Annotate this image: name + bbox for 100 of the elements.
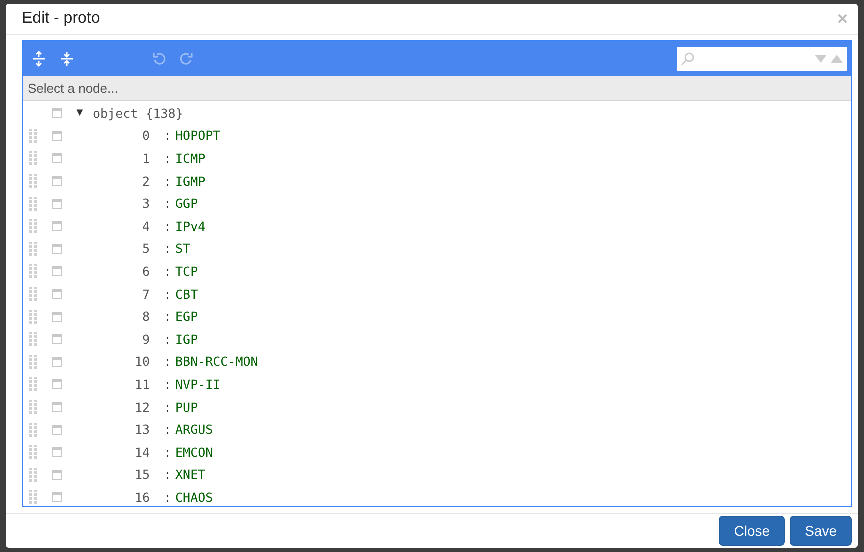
node-value[interactable]: EMCON: [176, 444, 214, 460]
expand-toggle[interactable]: ▼: [74, 107, 86, 120]
drag-handle-icon[interactable]: [29, 422, 39, 437]
separator-colon: :: [164, 400, 172, 415]
node-value[interactable]: IGP: [176, 332, 198, 347]
search-icon: [681, 52, 695, 66]
node-key: 9: [100, 332, 150, 347]
node-key: 16: [100, 490, 150, 505]
separator-colon: :: [164, 196, 172, 212]
node-key: 5: [100, 241, 150, 256]
node-key: 6: [100, 264, 150, 279]
node-key: 1: [100, 150, 150, 166]
node-key: 10: [100, 354, 150, 370]
close-button[interactable]: Close: [719, 516, 786, 546]
redo-icon: [179, 50, 195, 66]
separator-colon: :: [164, 332, 172, 347]
node-key: 0: [100, 128, 150, 144]
node-value[interactable]: IGMP: [176, 174, 206, 189]
separator-colon: :: [164, 286, 172, 302]
select-checkbox[interactable]: [52, 379, 62, 390]
node-value[interactable]: EGP: [176, 309, 198, 324]
save-button[interactable]: Save: [790, 516, 852, 546]
select-checkbox[interactable]: [52, 492, 62, 502]
separator-colon: :: [164, 264, 172, 279]
separator-colon: :: [164, 376, 172, 392]
separator-colon: :: [164, 241, 172, 256]
search-field[interactable]: [677, 46, 847, 70]
select-checkbox[interactable]: [52, 289, 62, 300]
separator-colon: :: [164, 444, 172, 460]
node-value[interactable]: ARGUS: [176, 422, 214, 438]
node-key: 4: [100, 218, 150, 234]
node-key: 12: [100, 400, 150, 415]
node-value[interactable]: IPv4: [176, 218, 206, 234]
node-value[interactable]: ST: [176, 241, 191, 256]
node-value[interactable]: NVP-II: [176, 376, 221, 392]
node-key: 11: [100, 376, 150, 392]
drag-handle-icon[interactable]: [29, 264, 39, 278]
drag-handle-icon[interactable]: [29, 377, 39, 392]
select-checkbox[interactable]: [52, 402, 62, 412]
select-checkbox[interactable]: [52, 198, 62, 209]
select-checkbox[interactable]: [52, 356, 62, 367]
drag-handle-icon[interactable]: [29, 400, 39, 414]
drag-handle-icon[interactable]: [29, 174, 39, 188]
select-checkbox[interactable]: [52, 266, 62, 276]
expand-icon: [31, 50, 47, 66]
node-value[interactable]: ICMP: [176, 150, 206, 166]
select-checkbox[interactable]: [52, 153, 62, 164]
drag-handle-icon[interactable]: [29, 151, 39, 166]
separator-colon: :: [164, 174, 172, 189]
select-checkbox[interactable]: [52, 447, 62, 458]
collapse-icon: [59, 50, 75, 66]
node-value[interactable]: CHAOS: [176, 490, 214, 505]
node-value[interactable]: BBN-RCC-MON: [176, 354, 258, 370]
node-key: 8: [100, 309, 150, 324]
node-value[interactable]: XNET: [176, 467, 206, 482]
drag-handle-icon[interactable]: [29, 332, 39, 346]
drag-handle-icon[interactable]: [29, 196, 39, 211]
select-checkbox[interactable]: [52, 244, 62, 254]
drag-handle-icon[interactable]: [29, 219, 39, 234]
separator-colon: :: [164, 309, 172, 324]
select-checkbox[interactable]: [52, 334, 62, 344]
drag-handle-icon[interactable]: [29, 445, 39, 460]
separator-colon: :: [164, 467, 172, 482]
separator-colon: :: [164, 218, 172, 234]
drag-handle-icon[interactable]: [29, 468, 39, 482]
separator-colon: :: [164, 422, 172, 438]
previous-result-icon[interactable]: [831, 54, 843, 62]
node-value[interactable]: CBT: [176, 286, 198, 302]
separator-colon: :: [164, 150, 172, 166]
separator-colon: :: [164, 128, 172, 144]
select-checkbox[interactable]: [52, 312, 62, 322]
node-key: 2: [100, 174, 150, 189]
node-value[interactable]: GGP: [176, 196, 198, 212]
select-checkbox[interactable]: [52, 176, 62, 186]
drag-handle-icon[interactable]: [29, 490, 39, 504]
select-checkbox[interactable]: [52, 130, 62, 141]
drag-handle-icon[interactable]: [29, 128, 39, 143]
undo-icon: [151, 50, 167, 66]
node-key: 7: [100, 286, 150, 302]
navigation-text: Select a node...: [28, 80, 118, 96]
node-value[interactable]: TCP: [176, 264, 198, 279]
node-value[interactable]: PUP: [176, 400, 198, 415]
select-checkbox[interactable]: [52, 470, 62, 480]
drag-handle-icon[interactable]: [29, 354, 39, 369]
separator-colon: :: [164, 490, 172, 505]
select-checkbox[interactable]: [52, 424, 62, 435]
node-key: 13: [100, 422, 150, 438]
next-result-icon[interactable]: [815, 54, 827, 62]
node-key: 15: [100, 467, 150, 482]
select-checkbox[interactable]: [52, 108, 62, 118]
node-key: 14: [100, 444, 150, 460]
separator-colon: :: [164, 354, 172, 370]
node-key: 3: [100, 196, 150, 212]
drag-handle-icon[interactable]: [29, 310, 39, 324]
select-checkbox[interactable]: [52, 221, 62, 232]
dialog-title: Edit - proto: [22, 10, 100, 28]
node-label: object {138}: [93, 106, 184, 121]
node-value[interactable]: HOPOPT: [176, 128, 221, 144]
drag-handle-icon[interactable]: [29, 242, 39, 256]
drag-handle-icon[interactable]: [29, 287, 39, 302]
